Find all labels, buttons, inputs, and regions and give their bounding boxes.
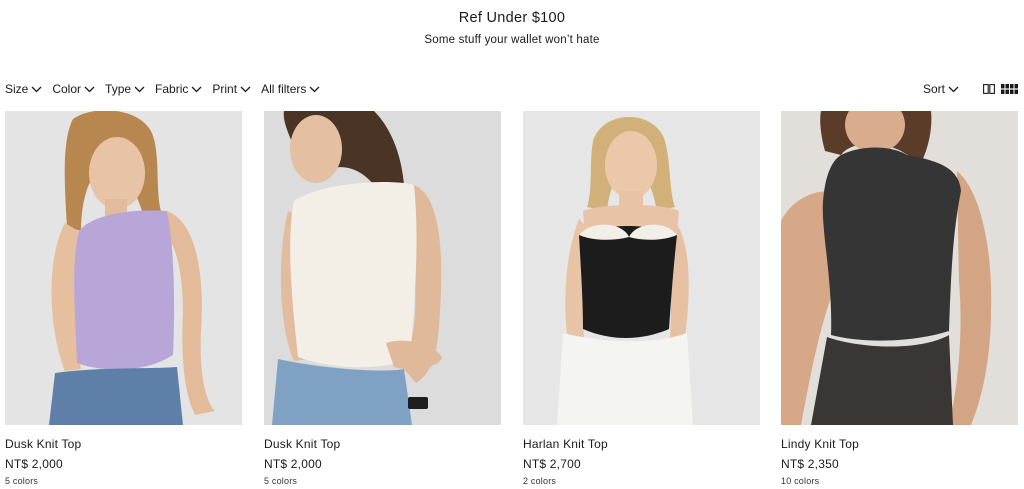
filter-type[interactable]: Type — [105, 82, 145, 96]
product-color-count[interactable]: 5 colors — [264, 476, 501, 487]
filter-fabric[interactable]: Fabric — [155, 82, 202, 96]
chevron-down-icon — [84, 86, 95, 93]
product-card[interactable]: Dusk Knit Top NT$ 2,000 5 colors — [264, 111, 501, 487]
filter-label: Type — [105, 82, 132, 96]
product-color-count[interactable]: 10 colors — [781, 476, 1018, 487]
grid-2-icon[interactable] — [983, 84, 995, 94]
product-image[interactable] — [264, 111, 501, 425]
collection-header: Ref Under $100 Some stuff your wallet wo… — [0, 9, 1024, 47]
filter-color[interactable]: Color — [52, 82, 95, 96]
product-color-count[interactable]: 2 colors — [523, 476, 760, 487]
filter-label: All filters — [261, 82, 307, 96]
sort-label: Sort — [922, 82, 945, 96]
product-image[interactable] — [781, 111, 1018, 425]
chevron-down-icon — [240, 86, 251, 93]
filter-label: Print — [212, 82, 238, 96]
chevron-down-icon — [134, 86, 145, 93]
product-card[interactable]: Lindy Knit Top NT$ 2,350 10 colors — [781, 111, 1018, 487]
filter-all[interactable]: All filters — [261, 82, 320, 96]
sort-dropdown[interactable]: Sort — [923, 82, 959, 96]
filter-label: Color — [52, 82, 82, 96]
product-price: NT$ 2,000 — [264, 457, 322, 471]
product-price: NT$ 2,350 — [781, 457, 839, 471]
collection-title: Ref Under $100 — [458, 10, 566, 26]
product-name[interactable]: Harlan Knit Top — [523, 437, 760, 451]
grid-4-icon[interactable] — [1001, 84, 1018, 94]
chevron-down-icon — [948, 86, 959, 93]
product-name[interactable]: Dusk Knit Top — [264, 437, 501, 451]
product-color-count[interactable]: 5 colors — [5, 476, 242, 487]
product-image[interactable] — [523, 111, 760, 425]
product-name[interactable]: Lindy Knit Top — [781, 437, 1018, 451]
filter-size[interactable]: Size — [5, 82, 42, 96]
product-image[interactable] — [5, 111, 242, 425]
chevron-down-icon — [309, 86, 320, 93]
chevron-down-icon — [31, 86, 42, 93]
product-listing-page: Ref Under $100 Some stuff your wallet wo… — [0, 0, 1024, 489]
chevron-down-icon — [191, 86, 202, 93]
product-card[interactable]: Harlan Knit Top NT$ 2,700 2 colors — [523, 111, 760, 487]
filter-label: Fabric — [155, 82, 189, 96]
product-price: NT$ 2,700 — [523, 457, 581, 471]
filter-print[interactable]: Print — [212, 82, 251, 96]
collection-subtitle: Some stuff your wallet won’t hate — [424, 34, 600, 46]
product-card[interactable]: Dusk Knit Top NT$ 2,000 5 colors — [5, 111, 242, 487]
product-price: NT$ 2,000 — [5, 457, 63, 471]
filter-label: Size — [5, 82, 29, 96]
product-name[interactable]: Dusk Knit Top — [5, 437, 242, 451]
listing-tools: Sort — [923, 82, 1018, 96]
filter-list: Size Color Type Fabric Print All filters — [5, 82, 330, 96]
filter-bar: Size Color Type Fabric Print All filters — [5, 82, 1018, 100]
